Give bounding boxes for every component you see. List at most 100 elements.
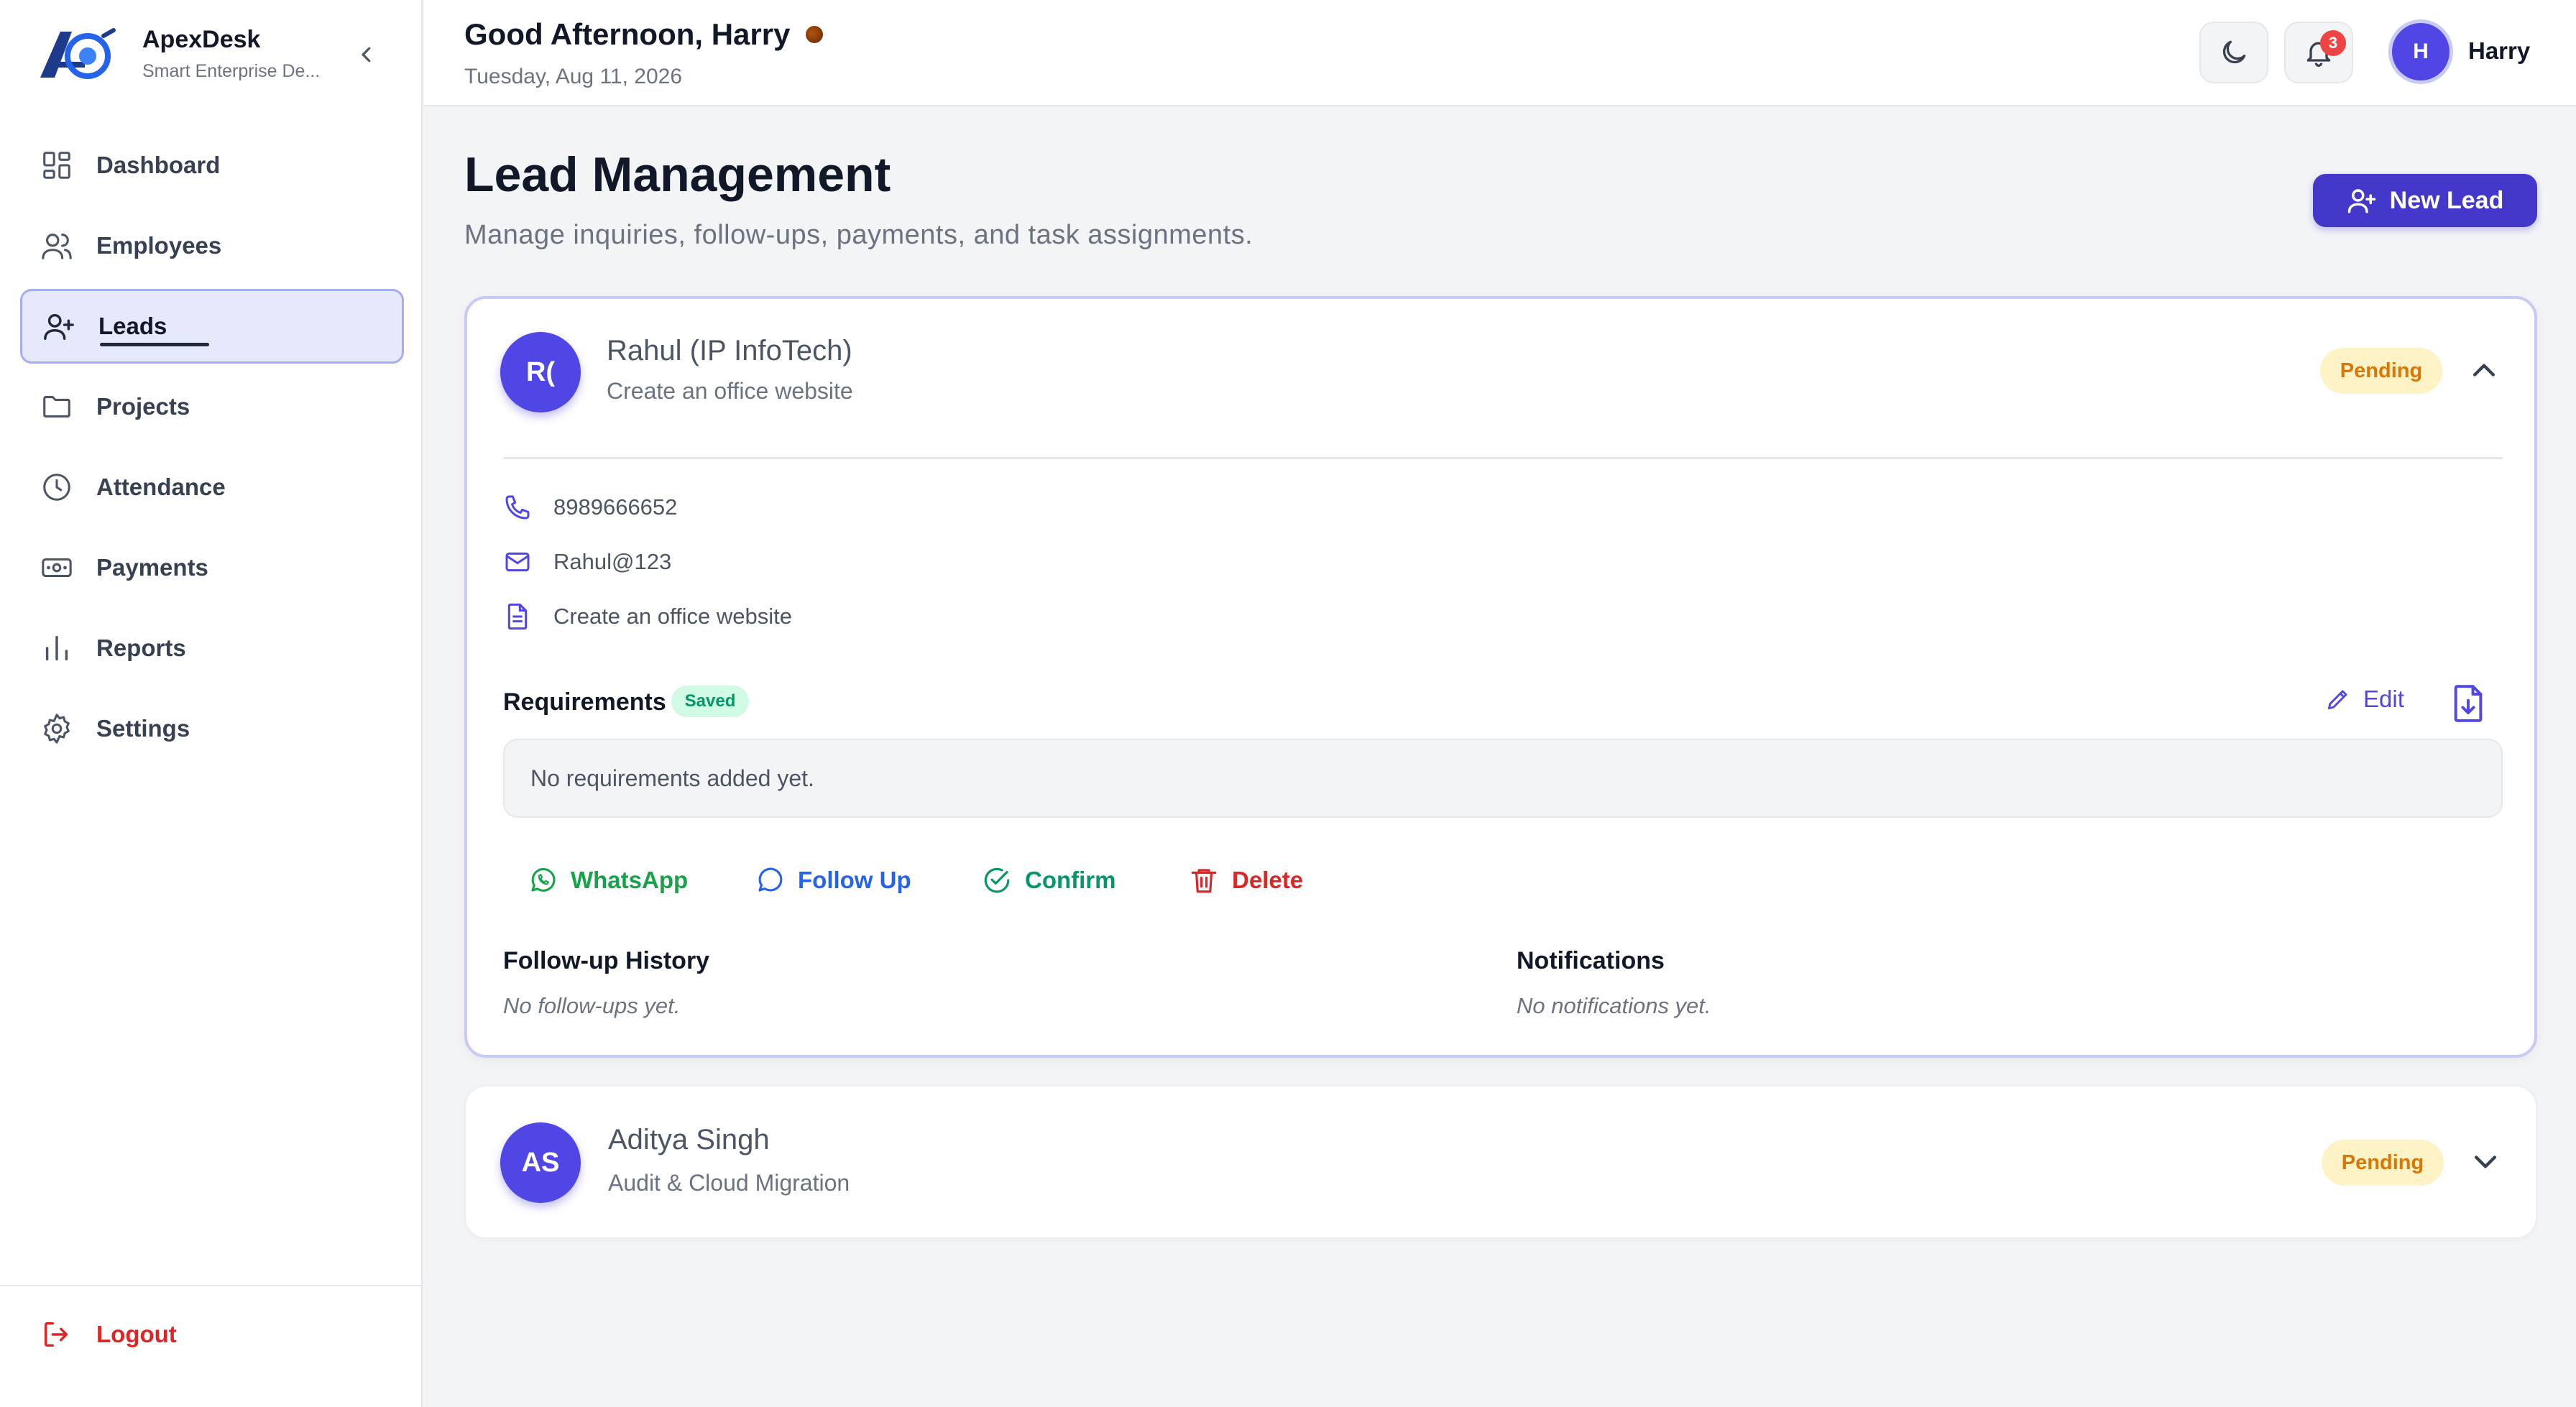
check-circle-icon	[984, 867, 1010, 893]
sidebar-item-dashboard[interactable]: Dashboard	[20, 128, 404, 203]
sidebar-item-label: Payments	[96, 554, 208, 581]
lead-email: Rahul@123	[553, 549, 672, 574]
collapse-sidebar-button[interactable]	[352, 40, 381, 69]
gear-icon	[44, 714, 70, 744]
sidebar-item-projects[interactable]: Projects	[20, 369, 404, 444]
page-title: Lead Management	[464, 147, 891, 202]
avatar[interactable]: H	[2392, 23, 2450, 80]
confirm-label: Confirm	[1025, 867, 1116, 893]
sidebar-item-label: Attendance	[96, 474, 226, 500]
lead-avatar: AS	[500, 1122, 581, 1203]
whatsapp-label: WhatsApp	[571, 867, 689, 893]
new-lead-label: New Lead	[2389, 186, 2504, 214]
lead-description: Audit & Cloud Migration	[608, 1170, 850, 1196]
sidebar-item-label: Projects	[96, 393, 190, 420]
dashboard-icon	[43, 152, 70, 179]
trash-icon	[1191, 869, 1217, 893]
follow-up-label: Follow Up	[798, 867, 911, 893]
notification-count-badge: 3	[2320, 30, 2346, 56]
followup-history-empty: No follow-ups yet.	[503, 993, 681, 1018]
apexdesk-logo	[40, 28, 116, 79]
chevron-down-icon[interactable]	[2470, 1145, 2501, 1177]
banknote-icon	[42, 558, 72, 578]
lead-avatar: R(	[500, 332, 581, 412]
sidebar-item-leads[interactable]: Leads	[20, 289, 404, 364]
new-lead-button[interactable]: New Lead	[2313, 174, 2537, 227]
lead-email-row: Rahul@123	[503, 548, 671, 576]
bar-chart-icon	[45, 635, 68, 661]
pencil-icon	[2327, 690, 2347, 710]
greeting-text: Good Afternoon, Harry	[464, 17, 791, 51]
lead-name: Rahul (IP InfoTech)	[607, 335, 852, 366]
sidebar-item-label: Reports	[96, 635, 186, 661]
lead-name: Aditya Singh	[608, 1124, 770, 1155]
sidebar-item-reports[interactable]: Reports	[20, 611, 404, 686]
edit-label: Edit	[2363, 686, 2404, 712]
delete-label: Delete	[1232, 867, 1304, 893]
status-badge: Pending	[2322, 1140, 2444, 1186]
lead-phone-row: 8989666652	[503, 493, 677, 522]
file-download-icon[interactable]	[2450, 683, 2487, 724]
lead-card-expanded: R( Rahul (IP InfoTech) Create an office …	[464, 296, 2537, 1058]
edit-requirements-button[interactable]: Edit	[2324, 686, 2404, 713]
lead-card-collapsed[interactable]: AS Aditya Singh Audit & Cloud Migration …	[464, 1085, 2537, 1239]
greeting-emoji-icon	[806, 26, 824, 43]
greeting: Good Afternoon, Harry	[464, 17, 824, 52]
current-date: Tuesday, Aug 11, 2026	[464, 65, 683, 88]
follow-up-button[interactable]: Follow Up	[755, 865, 911, 895]
page-subtitle: Manage inquiries, follow-ups, payments, …	[464, 220, 1254, 250]
sidebar-item-settings[interactable]: Settings	[20, 691, 404, 766]
theme-toggle-button[interactable]	[2199, 22, 2268, 83]
logout-icon	[44, 1321, 68, 1347]
saved-badge: Saved	[671, 686, 749, 717]
requirements-text: No requirements added yet.	[530, 765, 814, 791]
chevron-up-icon[interactable]	[2468, 355, 2500, 387]
notifications-empty: No notifications yet.	[1517, 993, 1711, 1018]
chat-bubble-icon	[758, 867, 783, 892]
logout-button[interactable]: Logout	[40, 1318, 177, 1351]
whatsapp-button[interactable]: WhatsApp	[528, 865, 688, 895]
active-indicator	[100, 343, 209, 346]
sidebar-item-label: Employees	[96, 232, 222, 259]
lead-phone: 8989666652	[553, 494, 678, 520]
confirm-button[interactable]: Confirm	[982, 865, 1116, 895]
clock-icon	[43, 474, 70, 501]
delete-button[interactable]: Delete	[1189, 865, 1303, 895]
brand[interactable]: ApexDesk Smart Enterprise De...	[34, 22, 320, 86]
moon-icon	[2222, 40, 2246, 64]
sidebar-item-label: Settings	[96, 715, 190, 742]
folder-icon	[43, 396, 70, 418]
requirements-label: Requirements	[503, 688, 666, 716]
sidebar-nav: Dashboard Employees Leads Projects Atten…	[20, 128, 404, 772]
app-root: ApexDesk Smart Enterprise De... Dashboar…	[0, 0, 2576, 1407]
card-divider	[503, 457, 2503, 459]
lead-note-row: Create an office website	[503, 602, 792, 631]
document-icon	[507, 603, 528, 630]
sidebar-item-label: Dashboard	[96, 152, 221, 178]
requirements-box: No requirements added yet.	[503, 739, 2503, 818]
mail-icon	[505, 552, 530, 572]
brand-tagline: Smart Enterprise De...	[142, 61, 321, 81]
user-plus-icon	[44, 313, 74, 340]
user-plus-icon	[2347, 189, 2375, 213]
brand-name: ApexDesk	[142, 26, 261, 53]
whatsapp-icon	[531, 867, 556, 892]
chevron-left-icon	[362, 47, 371, 63]
logout-label: Logout	[96, 1321, 177, 1347]
lead-note: Create an office website	[553, 604, 793, 629]
sidebar: ApexDesk Smart Enterprise De... Dashboar…	[0, 0, 423, 1407]
phone-icon	[505, 495, 530, 520]
top-header: Good Afternoon, Harry Tuesday, Aug 11, 2…	[424, 0, 2576, 106]
sidebar-item-attendance[interactable]: Attendance	[20, 450, 404, 525]
notifications-button[interactable]: 3	[2284, 22, 2353, 83]
followup-history-title: Follow-up History	[503, 947, 710, 974]
users-icon	[42, 234, 72, 259]
user-name[interactable]: Harry	[2468, 37, 2530, 65]
lead-description: Create an office website	[607, 378, 853, 404]
sidebar-item-employees[interactable]: Employees	[20, 208, 404, 283]
sidebar-divider	[0, 1285, 423, 1286]
sidebar-item-payments[interactable]: Payments	[20, 530, 404, 605]
notifications-title: Notifications	[1517, 947, 1665, 974]
sidebar-item-label: Leads	[98, 313, 167, 339]
status-badge: Pending	[2320, 348, 2442, 394]
